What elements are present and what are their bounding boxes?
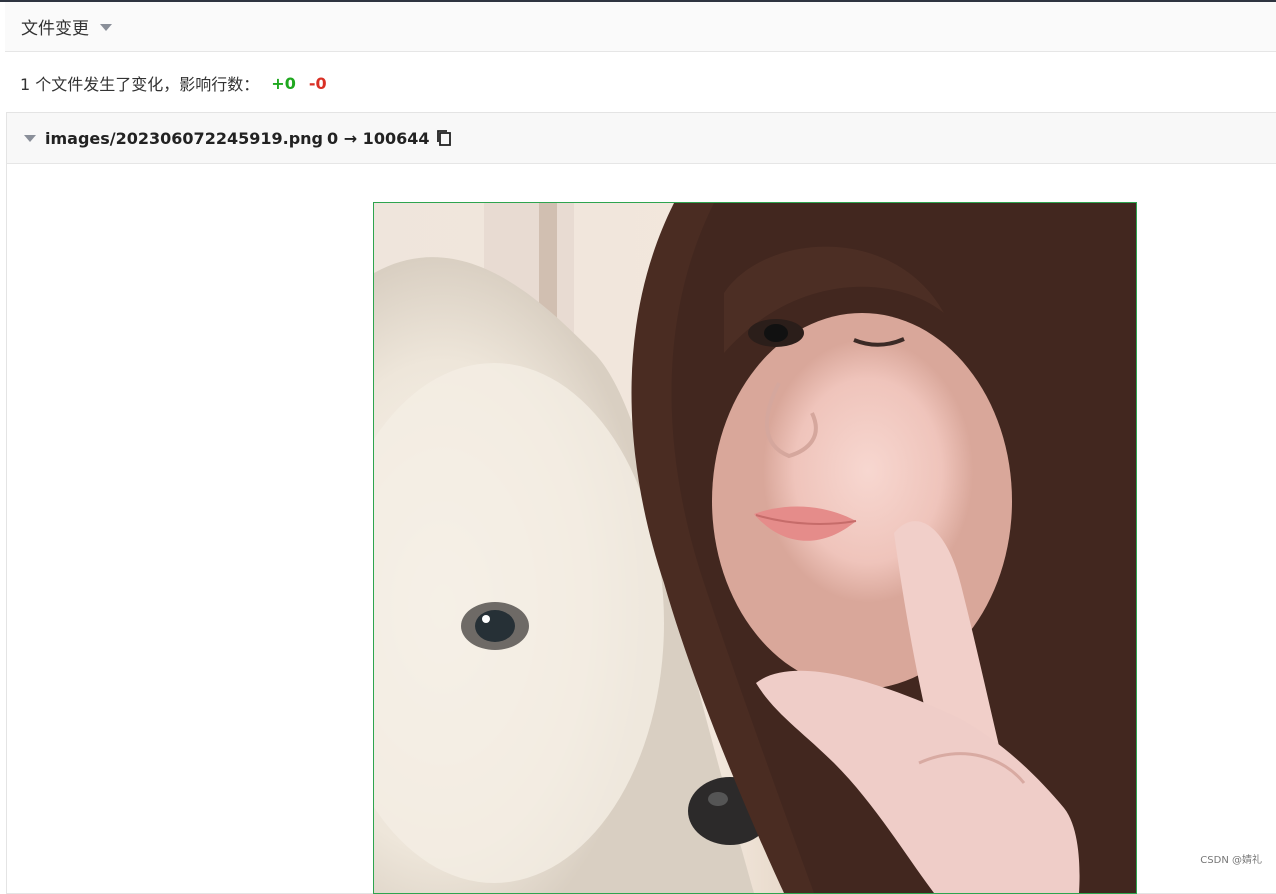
lines-added: +0 [271, 74, 296, 93]
lines-removed: -0 [309, 74, 327, 93]
file-changes-header[interactable]: 文件变更 [5, 2, 1276, 52]
summary-text: 1 个文件发生了变化，影响行数： [20, 71, 259, 95]
file-diff-card: images/202306072245919.png 0 → 100644 [6, 112, 1276, 894]
chevron-down-icon[interactable] [24, 135, 36, 142]
image-preview [373, 202, 1137, 894]
photo [374, 203, 1136, 893]
change-summary: 1 个文件发生了变化，影响行数： +0 -0 [20, 71, 327, 95]
file-diff-header[interactable]: images/202306072245919.png 0 → 100644 [7, 113, 1276, 164]
file-mode-change: 0 → 100644 [327, 129, 429, 148]
copy-icon[interactable] [435, 129, 453, 147]
section-title: 文件变更 [21, 14, 89, 39]
file-path: images/202306072245919.png [45, 129, 323, 148]
chevron-down-icon[interactable] [100, 24, 112, 31]
watermark: CSDN @婧礼 [1200, 851, 1262, 866]
